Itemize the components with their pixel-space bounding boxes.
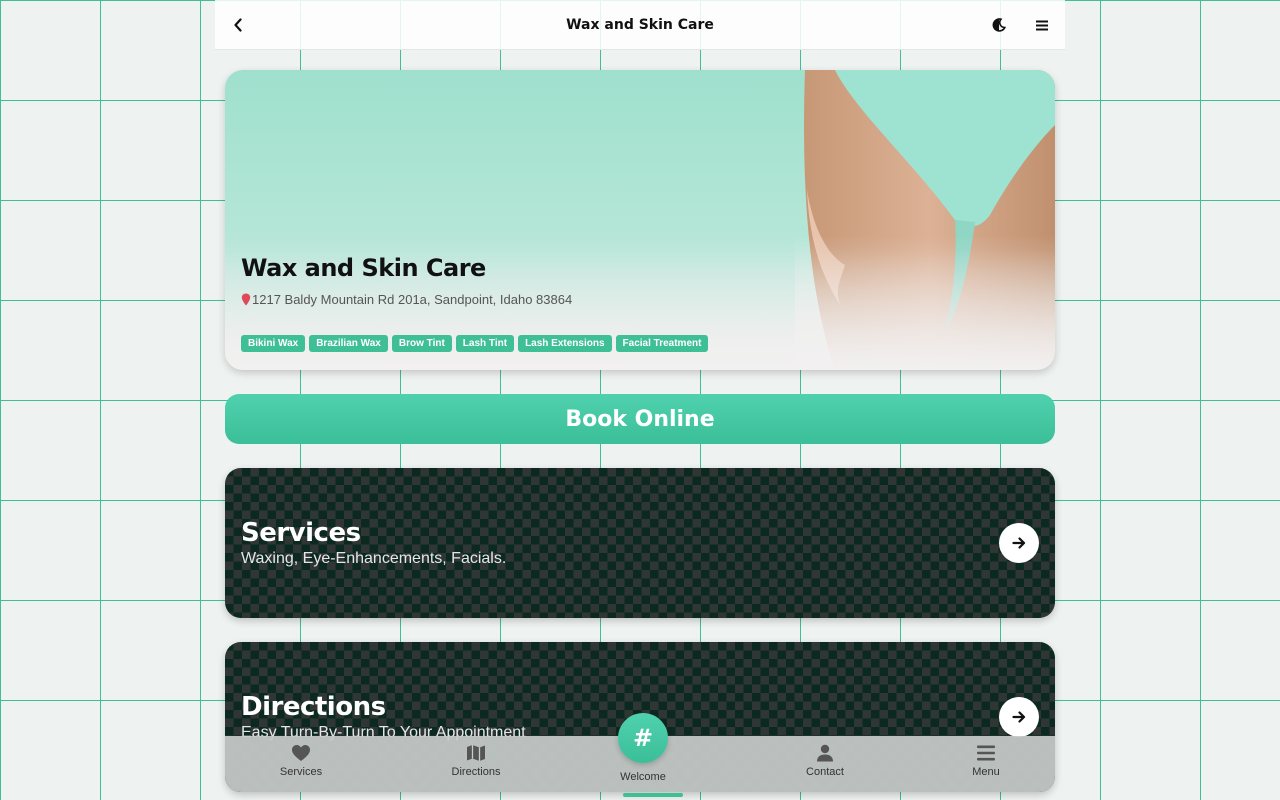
app-page: Wax and Skin Care Wax and Skin Care 1217… (215, 0, 1065, 800)
services-card[interactable]: Services Waxing, Eye-Enhancements, Facia… (225, 468, 1055, 618)
welcome-label: Welcome (620, 771, 666, 783)
nav-directions-label: Directions (451, 766, 501, 778)
back-button[interactable] (225, 12, 251, 38)
active-tab-indicator (623, 793, 683, 797)
nav-contact-label: Contact (806, 766, 844, 778)
address-text: 1217 Baldy Mountain Rd 201a, Sandpoint, … (252, 292, 573, 307)
nav-menu[interactable]: Menu (936, 744, 1036, 778)
nav-directions[interactable]: Directions (426, 744, 526, 778)
services-arrow-button[interactable] (999, 523, 1039, 563)
welcome-button[interactable]: # (618, 713, 668, 763)
book-online-button[interactable]: Book Online (225, 394, 1055, 444)
business-name: Wax and Skin Care (241, 254, 486, 282)
tag-facial-treatment: Facial Treatment (615, 335, 709, 352)
map-icon (467, 745, 485, 761)
services-card-subtitle: Waxing, Eye-Enhancements, Facials. (241, 550, 507, 567)
tag-brazilian-wax: Brazilian Wax (309, 335, 388, 352)
moon-icon (992, 18, 1006, 32)
tag-brow-tint: Brow Tint (391, 335, 452, 352)
directions-arrow-button[interactable] (999, 697, 1039, 737)
business-address[interactable]: 1217 Baldy Mountain Rd 201a, Sandpoint, … (241, 292, 572, 307)
chevron-left-icon (234, 18, 242, 32)
nav-services-label: Services (279, 766, 323, 778)
page-title: Wax and Skin Care (566, 16, 714, 33)
tag-bikini-wax: Bikini Wax (241, 335, 306, 352)
tag-lash-extensions: Lash Extensions (518, 335, 612, 352)
arrow-right-icon (1012, 711, 1026, 723)
hamburger-icon (977, 745, 995, 761)
directions-card-title: Directions (241, 692, 386, 722)
user-icon (817, 744, 833, 762)
nav-services[interactable]: Services (251, 744, 351, 778)
nav-menu-label: Menu (972, 766, 1000, 778)
arrow-right-icon (1012, 537, 1026, 549)
service-tags: Bikini Wax Brazilian Wax Brow Tint Lash … (241, 335, 709, 352)
business-hero-card: Wax and Skin Care 1217 Baldy Mountain Rd… (225, 70, 1055, 370)
map-pin-icon (241, 293, 251, 306)
theme-toggle-button[interactable] (986, 12, 1012, 38)
hamburger-icon (1036, 20, 1048, 30)
menu-button[interactable] (1029, 12, 1055, 38)
tag-lash-tint: Lash Tint (455, 335, 515, 352)
top-header: Wax and Skin Care (215, 0, 1065, 50)
heart-icon (292, 745, 310, 761)
hero-overlay (225, 70, 1055, 370)
services-card-title: Services (241, 518, 361, 548)
nav-contact[interactable]: Contact (775, 744, 875, 778)
